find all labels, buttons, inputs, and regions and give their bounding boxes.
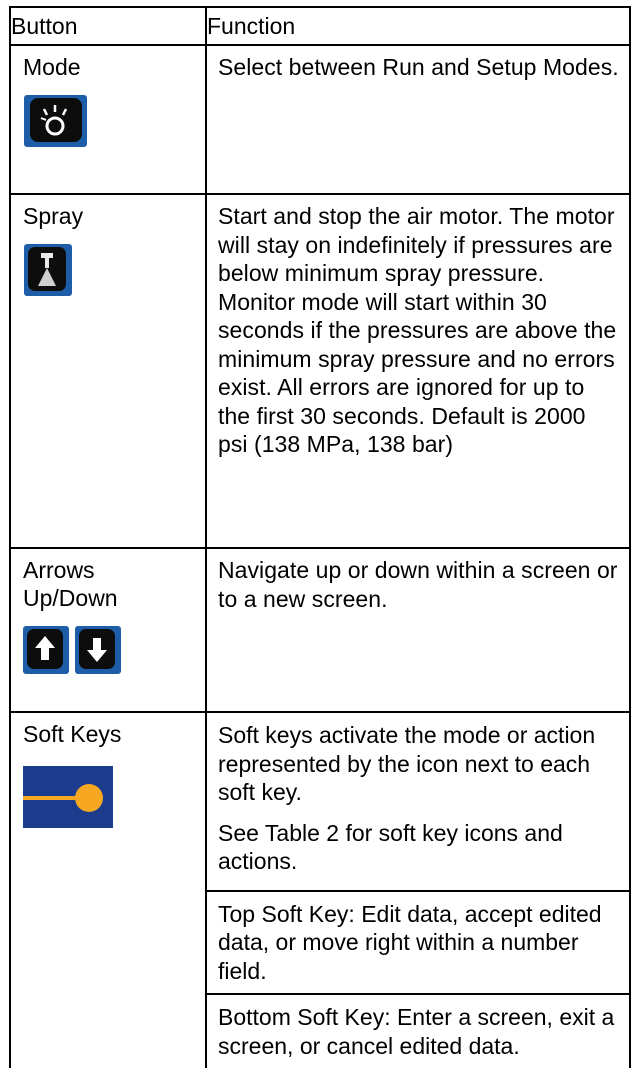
table-row: Soft Keys Soft keys activate the mode or… bbox=[9, 711, 631, 1068]
button-cell: Arrows Up/Down bbox=[9, 547, 207, 713]
button-function-table: Button Function Mode Select between Run … bbox=[9, 6, 631, 1068]
function-cell: Soft keys activate the mode or action re… bbox=[205, 711, 631, 891]
function-cell: Top Soft Key: Edit data, accept edited d… bbox=[205, 889, 631, 995]
arrow-up-key-icon bbox=[23, 626, 69, 674]
spray-gun-key-icon bbox=[24, 244, 205, 301]
table-row: Spray Start and stop the air motor. The … bbox=[9, 193, 631, 549]
column-header-button: Button bbox=[9, 6, 207, 46]
function-cell: Start and stop the air motor. The motor … bbox=[205, 193, 631, 549]
button-cell: Soft Keys bbox=[9, 711, 207, 1068]
button-name: Soft Keys bbox=[23, 721, 122, 747]
function-text: Soft keys activate the mode or action re… bbox=[218, 722, 596, 805]
function-text: Bottom Soft Key: Enter a screen, exit a … bbox=[218, 1004, 615, 1059]
function-text: Start and stop the air motor. The motor … bbox=[218, 203, 617, 457]
function-text: Navigate up or down within a screen or t… bbox=[218, 557, 618, 612]
column-header-function: Function bbox=[205, 6, 631, 46]
function-cell: Navigate up or down within a screen or t… bbox=[205, 547, 631, 713]
soft-key-icon bbox=[23, 766, 205, 833]
function-cell: Select between Run and Setup Modes. bbox=[205, 44, 631, 195]
function-text: Top Soft Key: Edit data, accept edited d… bbox=[218, 900, 602, 984]
function-text: See Table 2 for soft key icons and actio… bbox=[218, 819, 563, 875]
mode-key-icon bbox=[24, 95, 205, 152]
button-name: Arrows Up/Down bbox=[23, 557, 118, 611]
button-cell: Spray bbox=[9, 193, 207, 549]
table-row: Arrows Up/Down Navigate up or down withi… bbox=[9, 547, 631, 713]
arrow-down-key-icon bbox=[75, 626, 121, 674]
arrow-keys bbox=[23, 626, 205, 679]
button-name: Mode bbox=[23, 54, 81, 80]
function-text: Select between Run and Setup Modes. bbox=[218, 54, 619, 80]
button-name: Spray bbox=[23, 203, 84, 229]
table-row: Mode Select between Run and Setup Modes. bbox=[9, 44, 631, 195]
button-cell: Mode bbox=[9, 44, 207, 195]
